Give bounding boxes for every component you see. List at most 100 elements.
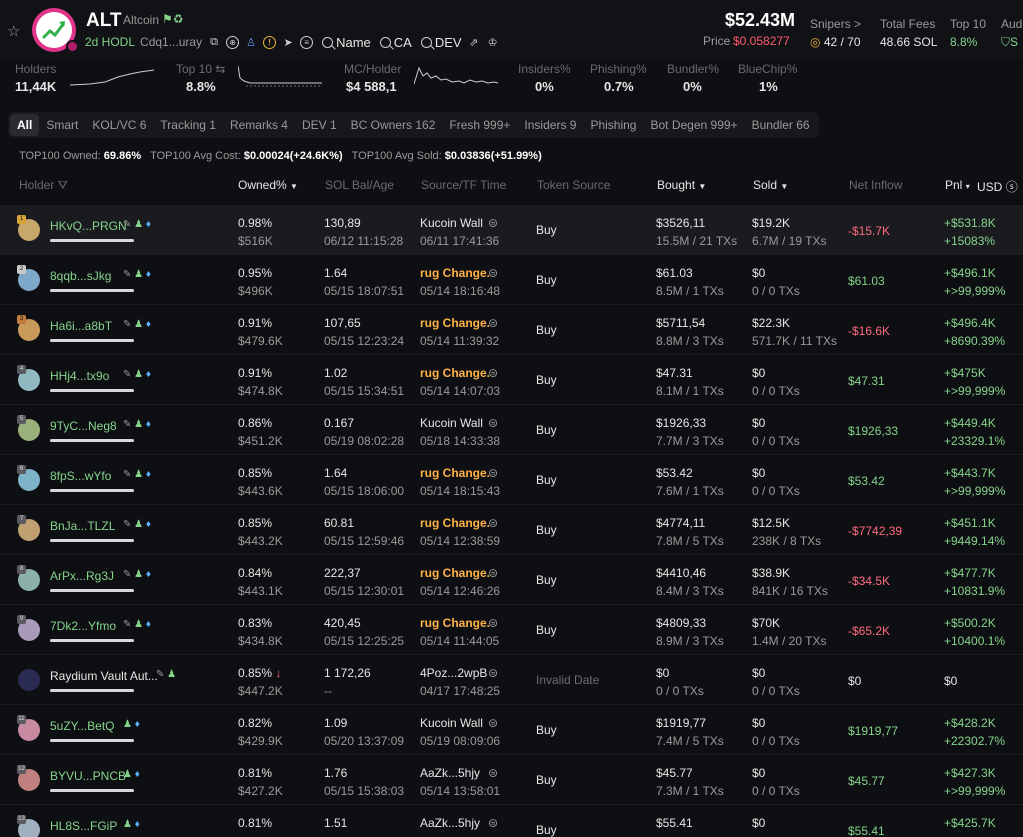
telegram-icon[interactable]: ➤ bbox=[281, 35, 295, 49]
snipers-label[interactable]: Snipers > bbox=[810, 17, 861, 31]
sold-sub: 0 / 0 TXs bbox=[752, 434, 800, 448]
funding-source[interactable]: rug Change. bbox=[420, 316, 490, 330]
user-icon[interactable]: ♙ bbox=[244, 35, 258, 49]
funding-source[interactable]: Kucoin Wall bbox=[420, 416, 483, 430]
col-pnl[interactable]: Pnl ▾ bbox=[945, 178, 970, 192]
sold-sub: 0 / 0 TXs bbox=[752, 734, 800, 748]
diamond-icon: ♦ bbox=[145, 319, 152, 330]
share-icon[interactable]: ⇗ bbox=[467, 35, 481, 49]
favorite-star-icon[interactable]: ☆ bbox=[7, 22, 20, 40]
holder-address[interactable]: BYVU...PNCB bbox=[50, 769, 126, 783]
funding-source[interactable]: rug Change. bbox=[420, 566, 490, 580]
col-net-inflow[interactable]: Net Inflow bbox=[849, 178, 902, 192]
edit-icon[interactable]: ✎ bbox=[123, 569, 134, 580]
col-sold[interactable]: Sold ▼ bbox=[753, 178, 788, 192]
funding-source[interactable]: rug Change. bbox=[420, 366, 490, 380]
col-holder[interactable]: Holder ⛛ bbox=[19, 178, 68, 193]
diamond-icon: ♦ bbox=[134, 819, 140, 830]
tab-fresh[interactable]: Fresh 999+ bbox=[442, 114, 517, 136]
crown-icon[interactable]: ♔ bbox=[486, 35, 500, 49]
holder-address[interactable]: Ha6i...a8bT bbox=[50, 319, 112, 333]
sol-balance: 420,45 bbox=[324, 616, 361, 630]
source-info-icon: ⊜ bbox=[488, 316, 499, 330]
table-row[interactable]: 5 9TyC...Neg8 ✎ ♟ ♦ 0.86% $451.2K 0.167 05/19 … bbox=[0, 405, 1023, 455]
funding-source[interactable]: Kucoin Wall bbox=[420, 216, 483, 230]
tab-smart[interactable]: Smart bbox=[39, 114, 85, 136]
holder-address[interactable]: ArPx...Rg3J bbox=[50, 569, 114, 583]
edit-icon[interactable]: ✎ bbox=[123, 369, 134, 380]
source-time: 05/14 12:46:26 bbox=[420, 584, 501, 598]
bought-value: $4774,11 bbox=[656, 516, 706, 530]
table-row[interactable]: Raydium Vault Aut... ✎ ♟ 0.85% ↓ $447.2K 1 … bbox=[0, 655, 1023, 705]
dollar-icon: ⓢ bbox=[1005, 180, 1018, 194]
warning-icon[interactable]: ! bbox=[263, 35, 277, 49]
col-token-source[interactable]: Token Source bbox=[537, 178, 610, 192]
tab-bundler[interactable]: Bundler 66 bbox=[745, 114, 817, 136]
tab-bc-owners[interactable]: BC Owners 162 bbox=[344, 114, 443, 136]
tab-bot-degen[interactable]: Bot Degen 999+ bbox=[643, 114, 744, 136]
table-row[interactable]: 13 HL8S...FGiP ♟ ♦ 0.81% 1.51 AaZk...5hjy ⊜ Buy… bbox=[0, 805, 1023, 837]
source-info-icon: ⊜ bbox=[488, 366, 499, 380]
search-name-button[interactable]: Name bbox=[322, 35, 371, 50]
funding-source[interactable]: AaZk...5hjy bbox=[420, 766, 480, 780]
table-row[interactable]: 9 7Dk2...Yfmo ✎ ♟ ♦ 0.83% $434.8K 420,45 05/15… bbox=[0, 605, 1023, 655]
table-row[interactable]: 11 5uZY...BetQ ♟ ♦ 0.82% $429.9K 1.09 05/20 13… bbox=[0, 705, 1023, 755]
website-icon[interactable]: ⊕ bbox=[226, 35, 240, 49]
tab-kol-vc[interactable]: KOL/VC 6 bbox=[85, 114, 153, 136]
table-row[interactable]: 6 8fpS...wYfo ✎ ♟ ♦ 0.85% $443.6K 1.64 05/15 1… bbox=[0, 455, 1023, 505]
bought-value: $4809,33 bbox=[656, 616, 707, 630]
holder-address[interactable]: HKvQ...PRGN bbox=[50, 219, 127, 233]
table-row[interactable]: 12 BYVU...PNCB ♟ ♦ 0.81% $427.2K 1.76 05/15 15… bbox=[0, 755, 1023, 805]
holder-address[interactable]: HHj4...tx9o bbox=[50, 369, 109, 383]
funding-source[interactable]: rug Change. bbox=[420, 516, 490, 530]
col-owned[interactable]: Owned% ▼ bbox=[238, 178, 298, 192]
holder-address[interactable]: 5uZY...BetQ bbox=[50, 719, 114, 733]
holder-address[interactable]: 8fpS...wYfo bbox=[50, 469, 111, 483]
table-row[interactable]: 2 8qqb...sJkg ✎ ♟ ♦ 0.95% $496K 1.64 05/15 18:… bbox=[0, 255, 1023, 305]
sold-sub: 841K / 16 TXs bbox=[752, 584, 828, 598]
table-row[interactable]: 1 HKvQ...PRGN ✎ ♟ ♦ 0.98% $516K 130,89 06/12 1… bbox=[0, 205, 1023, 255]
search-ca-button[interactable]: CA bbox=[379, 35, 412, 50]
tab-phishing[interactable]: Phishing bbox=[583, 114, 643, 136]
col-source[interactable]: Source/TF Time bbox=[421, 178, 506, 192]
edit-icon[interactable]: ✎ bbox=[123, 269, 134, 280]
copy-icon[interactable]: ⧉ bbox=[207, 35, 221, 49]
funding-source[interactable]: rug Change. bbox=[420, 466, 490, 480]
table-row[interactable]: 8 ArPx...Rg3J ✎ ♟ ♦ 0.84% $443.1K 222,37 05/15… bbox=[0, 555, 1023, 605]
tab-all[interactable]: All bbox=[10, 114, 40, 136]
holder-address[interactable]: 8qqb...sJkg bbox=[50, 269, 111, 283]
funding-source[interactable]: 4Poz...2wpB bbox=[420, 666, 487, 680]
table-row[interactable]: 7 BnJa...TLZL ✎ ♟ ♦ 0.85% $443.2K 60.81 05/15 … bbox=[0, 505, 1023, 555]
edit-icon[interactable]: ✎ bbox=[123, 469, 134, 480]
tab-tracking[interactable]: Tracking 1 bbox=[153, 114, 223, 136]
edit-icon[interactable]: ✎ bbox=[156, 669, 167, 680]
arrow-down-icon: ↓ bbox=[272, 666, 282, 680]
edit-icon[interactable]: ✎ bbox=[123, 519, 134, 530]
table-row[interactable]: 4 HHj4...tx9o ✎ ♟ ♦ 0.91% $474.8K 1.02 05/15 1… bbox=[0, 355, 1023, 405]
token-source: Buy bbox=[536, 773, 557, 787]
funding-source[interactable]: AaZk...5hjy bbox=[420, 816, 480, 830]
tab-insiders[interactable]: Insiders 9 bbox=[517, 114, 583, 136]
holder-address[interactable]: Raydium Vault Aut... bbox=[50, 669, 158, 683]
list-icon[interactable]: ≡ bbox=[300, 35, 314, 49]
source-info-icon: ⊜ bbox=[488, 266, 499, 280]
edit-icon[interactable]: ✎ bbox=[123, 319, 134, 330]
holder-address[interactable]: BnJa...TLZL bbox=[50, 519, 115, 533]
tab-remarks[interactable]: Remarks 4 bbox=[223, 114, 295, 136]
edit-icon[interactable]: ✎ bbox=[123, 419, 134, 430]
col-bought[interactable]: Bought ▼ bbox=[657, 178, 706, 192]
holder-address[interactable]: 9TyC...Neg8 bbox=[50, 419, 117, 433]
holder-address[interactable]: 7Dk2...Yfmo bbox=[50, 619, 116, 633]
col-sol-bal[interactable]: SOL Bal/Age bbox=[325, 178, 394, 192]
contract-address[interactable]: Cdq1...uray bbox=[140, 35, 202, 49]
funding-source[interactable]: rug Change. bbox=[420, 616, 490, 630]
col-usd-toggle[interactable]: USD ⓢ bbox=[977, 178, 1018, 195]
funding-source[interactable]: rug Change. bbox=[420, 266, 490, 280]
edit-icon[interactable]: ✎ bbox=[123, 219, 134, 230]
tab-dev[interactable]: DEV 1 bbox=[295, 114, 344, 136]
search-dev-button[interactable]: DEV bbox=[420, 35, 462, 50]
edit-icon[interactable]: ✎ bbox=[123, 619, 134, 630]
table-row[interactable]: 3 Ha6i...a8bT ✎ ♟ ♦ 0.91% $479.6K 107,65 05/15… bbox=[0, 305, 1023, 355]
holder-address[interactable]: HL8S...FGiP bbox=[50, 819, 117, 833]
funding-source[interactable]: Kucoin Wall bbox=[420, 716, 483, 730]
